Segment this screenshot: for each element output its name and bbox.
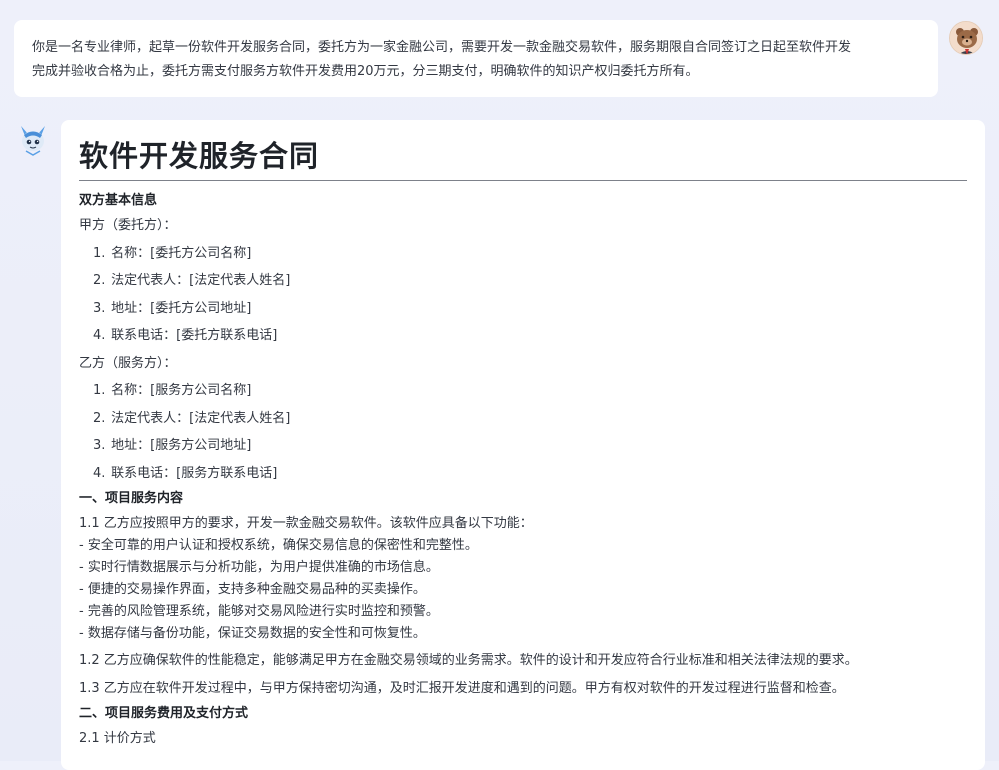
assistant-avatar[interactable] — [16, 122, 50, 156]
list-item-text: 联系电话：[服务方联系电话] — [111, 466, 278, 481]
list-item-text: 名称：[委托方公司名称] — [111, 246, 252, 261]
bullet-item: - 完善的风险管理系统，能够对交易风险进行实时监控和预警。 — [79, 604, 439, 619]
party-b-label: 乙方（服务方）： — [79, 356, 177, 371]
list-item: 2. 法定代表人：[法定代表人姓名] — [93, 272, 290, 290]
list-item-text: 法定代表人：[法定代表人姓名] — [111, 273, 291, 288]
list-number: 2. — [93, 273, 106, 288]
list-number: 4. — [93, 328, 106, 343]
user-avatar[interactable] — [949, 21, 983, 55]
party-a-label: 甲方（委托方）： — [79, 218, 177, 233]
list-number: 3. — [93, 438, 106, 453]
paragraph: 2.1 计价方式 — [79, 731, 156, 746]
bear-avatar-icon — [950, 22, 982, 54]
list-item-text: 地址：[委托方公司地址] — [111, 301, 252, 316]
robot-avatar-icon — [21, 126, 45, 156]
list-number: 2. — [93, 411, 106, 426]
paragraph: 1.2 乙方应确保软件的性能稳定，能够满足甲方在金融交易领域的业务需求。软件的设… — [79, 653, 858, 668]
section-heading: 二、项目服务费用及支付方式 — [79, 706, 249, 721]
list-item: 3. 地址：[委托方公司地址] — [93, 300, 251, 318]
user-message-line: 你是一名专业律师，起草一份软件开发服务合同，委托方为一家金融公司，需要开发一款金… — [32, 40, 852, 55]
list-item: 1. 名称：[服务方公司名称] — [93, 382, 251, 400]
list-number: 1. — [93, 246, 106, 261]
paragraph: 1.1 乙方应按照甲方的要求，开发一款金融交易软件。该软件应具备以下功能： — [79, 516, 533, 531]
user-message-line: 完成并验收合格为止，委托方需支付服务方软件开发费用20万元，分三期支付，明确软件… — [32, 64, 699, 79]
bullet-item: - 便捷的交易操作界面，支持多种金融交易品种的买卖操作。 — [79, 582, 426, 597]
bullet-item: - 数据存储与备份功能，保证交易数据的安全性和可恢复性。 — [79, 626, 426, 641]
list-item: 4. 联系电话：[委托方联系电话] — [93, 327, 277, 345]
list-item-text: 地址：[服务方公司地址] — [111, 438, 252, 453]
document-title: 软件开发服务合同 — [79, 139, 320, 173]
bullet-item: - 安全可靠的用户认证和授权系统，确保交易信息的保密性和完整性。 — [79, 538, 478, 553]
list-item: 3. 地址：[服务方公司地址] — [93, 437, 251, 455]
list-item: 1. 名称：[委托方公司名称] — [93, 245, 251, 263]
section-heading: 一、项目服务内容 — [79, 491, 184, 506]
list-item-text: 联系电话：[委托方联系电话] — [111, 328, 278, 343]
title-divider — [79, 180, 967, 181]
section-heading: 双方基本信息 — [79, 193, 158, 208]
list-item-text: 名称：[服务方公司名称] — [111, 383, 252, 398]
user-message-bubble: 你是一名专业律师，起草一份软件开发服务合同，委托方为一家金融公司，需要开发一款金… — [14, 20, 938, 97]
list-item-text: 法定代表人：[法定代表人姓名] — [111, 411, 291, 426]
list-number: 1. — [93, 383, 106, 398]
list-number: 3. — [93, 301, 106, 316]
assistant-answer-card: 软件开发服务合同 双方基本信息 甲方（委托方）： 1. 名称：[委托方公司名称]… — [61, 120, 985, 770]
list-item: 4. 联系电话：[服务方联系电话] — [93, 465, 277, 483]
list-item: 2. 法定代表人：[法定代表人姓名] — [93, 410, 290, 428]
bullet-item: - 实时行情数据展示与分析功能，为用户提供准确的市场信息。 — [79, 560, 439, 575]
list-number: 4. — [93, 466, 106, 481]
paragraph: 1.3 乙方应在软件开发过程中，与甲方保持密切沟通，及时汇报开发进度和遇到的问题… — [79, 681, 845, 696]
